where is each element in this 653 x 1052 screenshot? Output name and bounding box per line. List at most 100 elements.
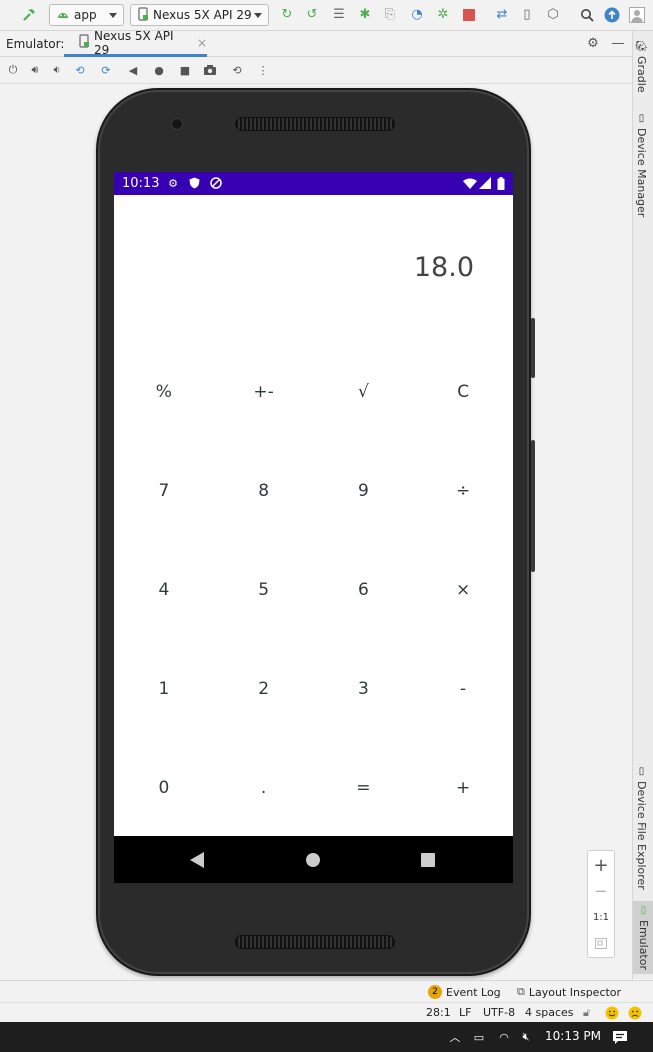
key-5[interactable]: 5 [214,540,314,639]
apply-changes-icon[interactable]: ↺ [304,7,320,23]
file-encoding[interactable]: UTF-8 [483,1006,515,1019]
hammer-icon[interactable] [21,7,37,23]
happy-feedback-icon[interactable] [605,1006,619,1023]
screenshot-icon[interactable] [203,63,217,77]
zoom-actual-size-button[interactable]: 1:1 [588,906,614,928]
gradle-tab-label: Gradle [635,55,648,93]
top-speaker [235,117,395,131]
key-equals[interactable]: = [314,738,414,837]
key-multiply[interactable]: × [413,540,513,639]
phone-icon: ▯ [636,113,647,124]
volume-down-icon[interactable]: 🔉︎ [50,63,64,77]
nav-recents-icon[interactable] [421,853,435,867]
line-ending[interactable]: LF [459,1006,471,1019]
settings-icon: ⚙ [168,176,178,190]
sdk-manager-icon[interactable]: ⬡ [545,7,561,23]
key-8[interactable]: 8 [214,441,314,540]
key-6[interactable]: 6 [314,540,414,639]
status-time: 10:13 [122,176,160,191]
key-divide[interactable]: ÷ [413,441,513,540]
run-config-label: app [74,8,97,22]
overview-icon[interactable]: ■ [178,63,192,77]
event-log-button[interactable]: 2 Event Log [428,985,501,999]
power-icon[interactable]: ⏻ [6,63,20,77]
emulator-toolbar: ⏻ 🔊︎ 🔉︎ ⟲ ⟳ ◀ ● ■ ⟲ ⋮ [0,58,632,84]
calculator-display: 18.0 [413,252,474,283]
gradle-tab[interactable]: 🐘︎ Gradle [635,39,648,92]
notification-icon[interactable] [612,1029,628,1045]
zoom-in-button[interactable]: + [588,854,614,876]
rotate-left-icon[interactable]: ⟲ [73,63,87,77]
device-file-explorer-tab[interactable]: ▯ Device File Explorer [635,766,648,890]
chevron-down-icon [254,13,262,18]
debug-attach-icon[interactable]: ✲ [435,7,451,23]
debug-icon[interactable]: ✱ [357,7,373,23]
tab-label: Nexus 5X API 29 [94,28,174,57]
avd-manager-icon[interactable]: ▯ [519,7,535,23]
android-nav-bar [114,836,513,883]
device-file-explorer-tab-label: Device File Explorer [635,781,648,890]
stop-icon[interactable] [461,7,477,23]
key-sqrt[interactable]: √ [314,342,414,441]
back-icon[interactable]: ◀ [126,63,140,77]
key-add[interactable]: + [413,738,513,837]
sad-feedback-icon[interactable] [628,1006,642,1023]
key-0[interactable]: 0 [114,738,214,837]
home-icon[interactable]: ● [152,63,166,77]
device-selector[interactable]: Nexus 5X API 29 [130,4,269,26]
rerun-icon[interactable]: ↻ [279,7,295,23]
search-icon[interactable] [579,7,595,23]
power-button[interactable] [531,318,535,378]
gear-icon[interactable]: ⚙ [585,36,601,52]
lock-icon[interactable]: 🔓︎ [583,1006,590,1020]
device-manager-tab[interactable]: ▯ Device Manager [635,113,648,217]
close-icon[interactable]: × [197,36,207,50]
minimize-icon[interactable]: — [610,36,626,52]
sync-icon[interactable]: ⇄ [494,7,510,23]
nav-back-icon[interactable] [190,852,204,868]
layout-inspector-button[interactable]: ⧉ Layout Inspector [517,985,621,999]
key-plus-minus[interactable]: +- [214,342,314,441]
key-decimal[interactable]: . [214,738,314,837]
cellular-signal-icon [478,176,492,190]
rotate-right-icon[interactable]: ⟳ [99,63,113,77]
windows-taskbar: ︿ ▭ ◠ 🔇︎ 10:13 PM [0,1022,653,1052]
zoom-out-button[interactable]: − [588,880,614,902]
key-9[interactable]: 9 [314,441,414,540]
key-1[interactable]: 1 [114,639,214,738]
emulator-tab[interactable]: ▯ Emulator [633,901,653,974]
key-3[interactable]: 3 [314,639,414,738]
tab-nexus-5x[interactable]: Nexus 5X API 29 × [64,28,207,57]
attach-debugger-icon[interactable]: ⎘ [382,7,398,23]
ide-status-bar: 28:1 LF UTF-8 4 spaces 🔓︎ [0,1002,653,1022]
wifi-tray-icon[interactable]: ◠ [497,1030,511,1044]
apply-code-changes-icon[interactable]: ☰ [331,7,347,23]
device-manager-tab-label: Device Manager [635,128,648,218]
key-4[interactable]: 4 [114,540,214,639]
account-icon[interactable] [629,7,645,23]
volume-muted-icon[interactable]: 🔇︎ [519,1030,533,1044]
key-clear[interactable]: C [413,342,513,441]
device-screen: 10:13 ⚙ 18.0 % +- √ C 7 8 9 ÷ 4 5 6 × 1 … [114,172,513,883]
zoom-fit-icon[interactable] [588,932,614,954]
run-config-selector[interactable]: app [49,4,124,26]
volume-rocker[interactable] [531,440,535,572]
emulator-tab-prefix: Emulator: [6,37,65,51]
key-7[interactable]: 7 [114,441,214,540]
nav-home-icon[interactable] [306,853,320,867]
update-icon[interactable] [604,7,620,23]
battery-tray-icon[interactable]: ▭ [472,1030,486,1044]
shield-icon [187,176,201,190]
more-icon[interactable]: ⋮ [256,63,270,77]
chevron-up-icon[interactable]: ︿ [448,1030,462,1044]
key-subtract[interactable]: - [413,639,513,738]
snapshot-icon[interactable]: ⟲ [230,63,244,77]
volume-up-icon[interactable]: 🔊︎ [28,63,42,77]
key-2[interactable]: 2 [214,639,314,738]
indent-setting[interactable]: 4 spaces [525,1006,574,1019]
caret-position[interactable]: 28:1 [426,1006,451,1019]
key-percent[interactable]: % [114,342,214,441]
emulator-tab-label: Emulator [637,920,650,970]
clock[interactable]: 10:13 PM [545,1029,601,1043]
profile-icon[interactable]: ◔ [409,7,425,23]
